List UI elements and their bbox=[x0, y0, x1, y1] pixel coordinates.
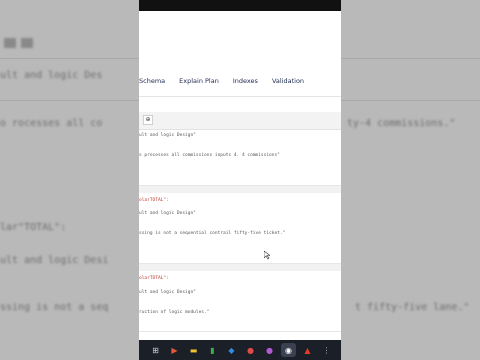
pdf-icon[interactable]: ▲ bbox=[300, 343, 315, 357]
app-icon[interactable]: ● bbox=[262, 343, 277, 357]
chrome-icon[interactable]: ● bbox=[243, 343, 258, 357]
vscode-icon[interactable]: ◆ bbox=[224, 343, 239, 357]
result-document[interactable]: olarTOTAL": ult and logic Design" ssing … bbox=[139, 193, 341, 264]
result-document[interactable]: olarTOTAL": ult and logic Design" ructio… bbox=[139, 271, 341, 332]
terminal-icon[interactable]: ▶ bbox=[167, 343, 182, 357]
result-line: ssing is not a sequential contrail fifty… bbox=[139, 231, 286, 236]
tab-schema[interactable]: Schema bbox=[139, 77, 165, 85]
result-document[interactable]: ult and logic Design" s processes all co… bbox=[139, 130, 341, 186]
backdrop-text: ult and logic Des bbox=[0, 70, 103, 81]
backdrop-right: ty-4 commissions." t fifty-five lane." bbox=[341, 0, 480, 360]
backdrop-left: ult and logic Des o rocesses all co lar"… bbox=[0, 0, 139, 360]
result-line: s processes all commissions inputs 4. 4 … bbox=[139, 153, 280, 158]
result-key: olarTOTAL": bbox=[139, 198, 169, 203]
backdrop-divider bbox=[341, 100, 480, 101]
result-separator bbox=[139, 186, 341, 193]
spreadsheet-icon[interactable]: ▮ bbox=[205, 343, 220, 357]
tab-strip: Schema Explain Plan Indexes Validation bbox=[139, 70, 341, 92]
backdrop-icon bbox=[21, 38, 33, 48]
tab-indexes[interactable]: Indexes bbox=[233, 77, 258, 85]
video-frame: Schema Explain Plan Indexes Validation ⊕… bbox=[139, 0, 341, 360]
cursor-icon bbox=[263, 245, 271, 264]
backdrop-text: lar"TOTAL": bbox=[0, 222, 67, 233]
taskbar: ⊞ ▶ ▬ ▮ ◆ ● ● ◉ ▲ ⋮ bbox=[139, 340, 341, 360]
result-separator bbox=[139, 264, 341, 271]
backdrop-divider bbox=[0, 58, 139, 59]
backdrop-text: ty-4 commissions." bbox=[347, 118, 456, 129]
tab-explain-plan[interactable]: Explain Plan bbox=[179, 77, 219, 85]
add-icon[interactable]: ⊕ bbox=[143, 115, 153, 125]
result-line: ult and logic Design" bbox=[139, 211, 196, 216]
top-bar bbox=[139, 0, 341, 11]
backdrop-text: ssing is not a seq bbox=[0, 302, 109, 313]
more-icon[interactable]: ⋮ bbox=[319, 343, 334, 357]
backdrop-text: o rocesses all co bbox=[0, 118, 103, 129]
start-icon[interactable]: ⊞ bbox=[148, 343, 163, 357]
backdrop-text: t fifty-five lane." bbox=[355, 302, 470, 313]
result-key: olarTOTAL": bbox=[139, 276, 169, 281]
obs-icon[interactable]: ◉ bbox=[281, 343, 296, 357]
tab-validation[interactable]: Validation bbox=[272, 77, 304, 85]
backdrop-text: ult and logic Desi bbox=[0, 255, 109, 266]
backdrop-divider bbox=[0, 100, 139, 101]
result-line: ruction of logic modules." bbox=[139, 310, 210, 315]
result-line: ult and logic Design" bbox=[139, 290, 196, 295]
backdrop-divider bbox=[341, 58, 480, 59]
files-icon[interactable]: ▬ bbox=[186, 343, 201, 357]
results-toolbar: ⊕ bbox=[139, 112, 341, 130]
tab-divider bbox=[139, 96, 341, 97]
result-line: ult and logic Design" bbox=[139, 133, 196, 138]
backdrop-icon bbox=[4, 38, 16, 48]
